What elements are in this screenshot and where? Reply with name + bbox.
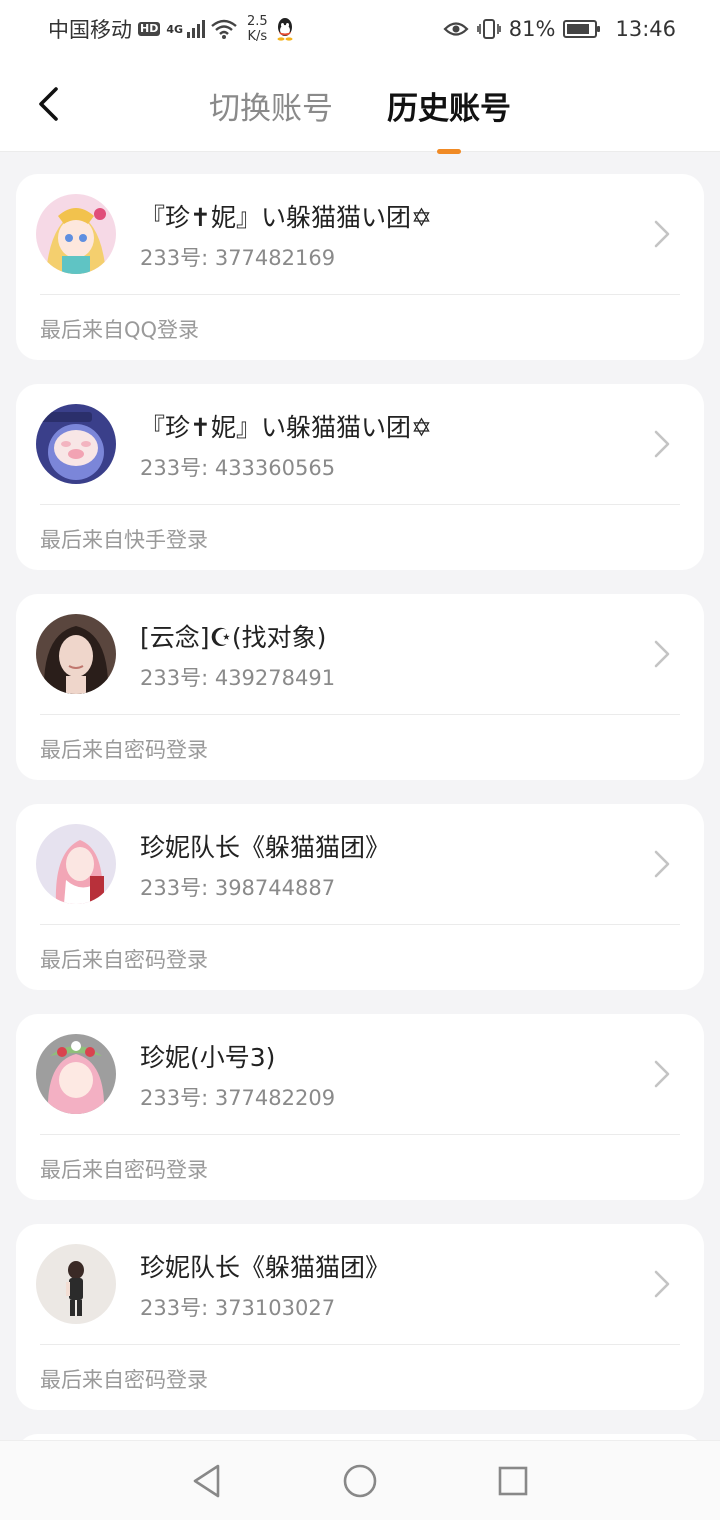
top-nav-header: 切换账号 历史账号 <box>0 58 720 152</box>
qq-icon <box>277 18 293 41</box>
nav-back-button[interactable] <box>185 1459 229 1503</box>
account-row[interactable]: 珍妮(小号3) 233号: 377482209 <box>16 1014 704 1134</box>
avatar <box>36 1034 116 1114</box>
eye-comfort-icon <box>443 22 469 36</box>
account-name: 『珍✝妮』い躲猫猫い团✡ <box>140 413 432 442</box>
status-bar: 中国移动 HD 4G 2.5 K/s 81% 13:46 <box>0 0 720 58</box>
account-name: 珍妮(小号3) <box>140 1043 276 1072</box>
avatar <box>36 404 116 484</box>
avatar <box>36 194 116 274</box>
signal-icon <box>187 20 206 38</box>
wifi-icon <box>211 19 237 39</box>
account-uid: 233号: 433360565 <box>140 456 336 480</box>
network-type: 4G <box>166 22 184 36</box>
account-name: 珍妮队长《躲猫猫团》 <box>140 1253 391 1282</box>
last-login-text: 最后来自密码登录 <box>40 948 208 972</box>
divider <box>40 714 680 715</box>
last-login-text: 最后来自密码登录 <box>40 1368 208 1392</box>
account-card[interactable]: 珍妮队长《躲猫猫团》 233号: 373103027 最后来自密码登录 <box>16 1224 704 1410</box>
net-speed-unit: K/s <box>247 29 268 44</box>
tab-history-account[interactable]: 历史账号 <box>385 83 513 128</box>
account-card[interactable]: [云念]☪(找对象) 233号: 439278491 最后来自密码登录 <box>16 594 704 780</box>
tab-switch-account[interactable]: 切换账号 <box>207 83 335 128</box>
account-row[interactable]: [云念]☪(找对象) 233号: 439278491 <box>16 594 704 714</box>
divider <box>40 504 680 505</box>
last-login-text: 最后来自快手登录 <box>40 528 208 552</box>
history-account-list: 『珍✝妮』い躲猫猫い团✡ 233号: 377482169 最后来自QQ登录 『珍… <box>16 174 704 1474</box>
avatar <box>36 614 116 694</box>
account-uid: 233号: 377482209 <box>140 1086 336 1110</box>
status-right: 81% 13:46 <box>443 17 676 41</box>
battery-icon <box>563 20 601 38</box>
account-row[interactable]: 珍妮队长《躲猫猫团》 233号: 373103027 <box>16 1224 704 1344</box>
divider <box>40 924 680 925</box>
net-speed: 2.5 K/s <box>247 14 268 44</box>
nav-home-button[interactable] <box>338 1459 382 1503</box>
last-login-text: 最后来自密码登录 <box>40 1158 208 1182</box>
avatar <box>36 1244 116 1324</box>
last-login-text: 最后来自密码登录 <box>40 738 208 762</box>
net-speed-value: 2.5 <box>247 14 268 29</box>
chevron-right-icon <box>654 1270 670 1298</box>
chevron-right-icon <box>654 640 670 668</box>
chevron-right-icon <box>654 220 670 248</box>
account-row[interactable]: 『珍✝妮』い躲猫猫い团✡ 233号: 433360565 <box>16 384 704 504</box>
account-card[interactable]: 『珍✝妮』い躲猫猫い团✡ 233号: 377482169 最后来自QQ登录 <box>16 174 704 360</box>
account-uid: 233号: 398744887 <box>140 876 336 900</box>
divider <box>40 1134 680 1135</box>
account-uid: 233号: 439278491 <box>140 666 336 690</box>
account-uid: 233号: 373103027 <box>140 1296 336 1320</box>
account-card[interactable]: 珍妮队长《躲猫猫团》 233号: 398744887 最后来自密码登录 <box>16 804 704 990</box>
account-card[interactable]: 『珍✝妮』い躲猫猫い团✡ 233号: 433360565 最后来自快手登录 <box>16 384 704 570</box>
vibrate-icon <box>476 19 501 39</box>
account-card[interactable]: 珍妮(小号3) 233号: 377482209 最后来自密码登录 <box>16 1014 704 1200</box>
hd-badge: HD <box>138 22 161 36</box>
account-row[interactable]: 珍妮队长《躲猫猫团》 233号: 398744887 <box>16 804 704 924</box>
battery-percent: 81% <box>508 17 556 41</box>
triangle-back-icon <box>193 1464 219 1497</box>
account-name: 『珍✝妮』い躲猫猫い团✡ <box>140 203 432 232</box>
circle-home-icon <box>343 1464 377 1497</box>
system-nav-bar <box>0 1440 720 1520</box>
divider <box>40 1344 680 1345</box>
divider <box>40 294 680 295</box>
chevron-right-icon <box>654 850 670 878</box>
account-uid: 233号: 377482169 <box>140 246 336 270</box>
square-recents-icon <box>499 1466 528 1495</box>
last-login-text: 最后来自QQ登录 <box>40 318 200 342</box>
account-name: 珍妮队长《躲猫猫团》 <box>140 833 391 862</box>
account-row[interactable]: 『珍✝妮』い躲猫猫い团✡ 233号: 377482169 <box>16 174 704 294</box>
account-tabs: 切换账号 历史账号 <box>0 58 720 152</box>
chevron-right-icon <box>654 430 670 458</box>
avatar <box>36 824 116 904</box>
account-name: [云念]☪(找对象) <box>140 623 327 652</box>
status-left: 中国移动 HD 4G 2.5 K/s <box>48 14 296 44</box>
chevron-right-icon <box>654 1060 670 1088</box>
clock: 13:46 <box>615 17 676 41</box>
carrier-label: 中国移动 <box>48 18 132 42</box>
nav-recents-button[interactable] <box>491 1459 535 1503</box>
